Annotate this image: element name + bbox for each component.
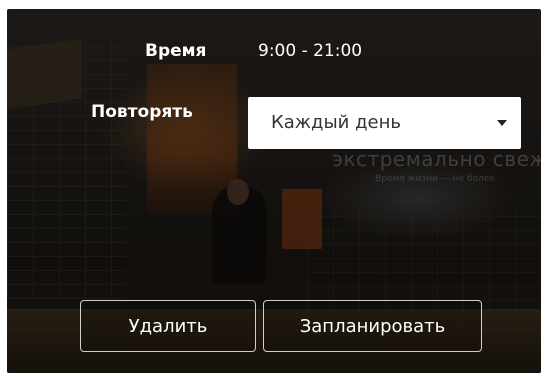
delete-button[interactable]: Удалить <box>80 300 256 352</box>
time-label: Время <box>145 41 207 61</box>
schedule-button[interactable]: Запланировать <box>263 300 482 352</box>
chevron-down-icon <box>497 120 507 126</box>
time-value: 9:00 - 21:00 <box>258 41 363 61</box>
schedule-panel: экстремально свежо Время жизни — не боле… <box>7 9 541 373</box>
repeat-select-value: Каждый день <box>271 112 401 133</box>
repeat-select[interactable]: Каждый день <box>248 97 521 149</box>
repeat-label: Повторять <box>91 102 193 122</box>
